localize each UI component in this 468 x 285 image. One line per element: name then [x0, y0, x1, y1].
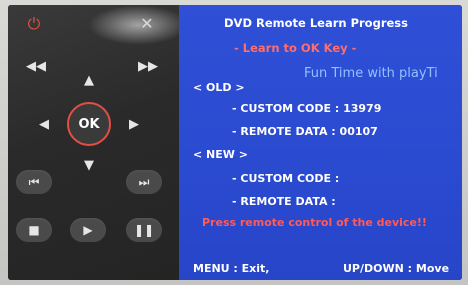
fast-forward-icon[interactable]: ▶▶ — [136, 57, 160, 75]
overlay-text: Fun Time with playTi — [304, 66, 438, 81]
arrow-left-icon[interactable]: ◀ — [36, 114, 52, 134]
arrow-right-icon[interactable]: ▶ — [126, 114, 142, 134]
panel-subtitle: - Learn to OK Key - — [234, 41, 357, 55]
pause-icon: ❚❚ — [133, 223, 155, 237]
pause-button[interactable]: ❚❚ — [126, 218, 162, 242]
panel-title: DVD Remote Learn Progress — [224, 16, 408, 30]
stop-button[interactable]: ■ — [16, 218, 52, 242]
skip-back-button[interactable]: ⏮ — [16, 170, 52, 194]
remote-panel: ⏻ ✕ ◀◀ ▶▶ ▲ ◀ OK ▶ ▼ ⏮ ⏭ ■ ▶ ❚❚ — [8, 5, 188, 280]
ok-button[interactable]: OK — [67, 102, 111, 146]
learn-progress-panel: DVD Remote Learn Progress - Learn to OK … — [179, 5, 462, 280]
rewind-icon[interactable]: ◀◀ — [24, 57, 48, 75]
screen: ⏻ ✕ ◀◀ ▶▶ ▲ ◀ OK ▶ ▼ ⏮ ⏭ ■ ▶ ❚❚ DVD Remo… — [8, 5, 462, 280]
old-remote-data: - REMOTE DATA : 00107 — [232, 125, 378, 138]
arrow-up-icon[interactable]: ▲ — [79, 72, 99, 88]
new-custom-code: - CUSTOM CODE : — [232, 172, 340, 185]
play-button[interactable]: ▶ — [70, 218, 106, 242]
skip-forward-button[interactable]: ⏭ — [126, 170, 162, 194]
new-header: < NEW > — [193, 148, 248, 161]
play-icon: ▶ — [83, 223, 93, 237]
stop-icon: ■ — [28, 223, 40, 237]
footer-up-down-move: UP/DOWN : Move — [343, 262, 450, 275]
warning-message: Press remote control of the device!! — [202, 216, 427, 229]
footer-menu-exit: MENU : Exit, — [193, 262, 270, 275]
old-header: < OLD > — [193, 81, 245, 94]
skip-back-icon: ⏮ — [28, 175, 40, 189]
new-remote-data: - REMOTE DATA : — [232, 195, 336, 208]
device-frame: ⏻ ✕ ◀◀ ▶▶ ▲ ◀ OK ▶ ▼ ⏮ ⏭ ■ ▶ ❚❚ DVD Remo… — [0, 0, 468, 285]
arrow-down-icon[interactable]: ▼ — [79, 157, 99, 173]
skip-forward-icon: ⏭ — [138, 175, 150, 189]
screen-glare — [88, 5, 188, 45]
power-icon[interactable]: ⏻ — [22, 13, 46, 35]
ok-label: OK — [78, 116, 100, 132]
old-custom-code: - CUSTOM CODE : 13979 — [232, 102, 382, 115]
